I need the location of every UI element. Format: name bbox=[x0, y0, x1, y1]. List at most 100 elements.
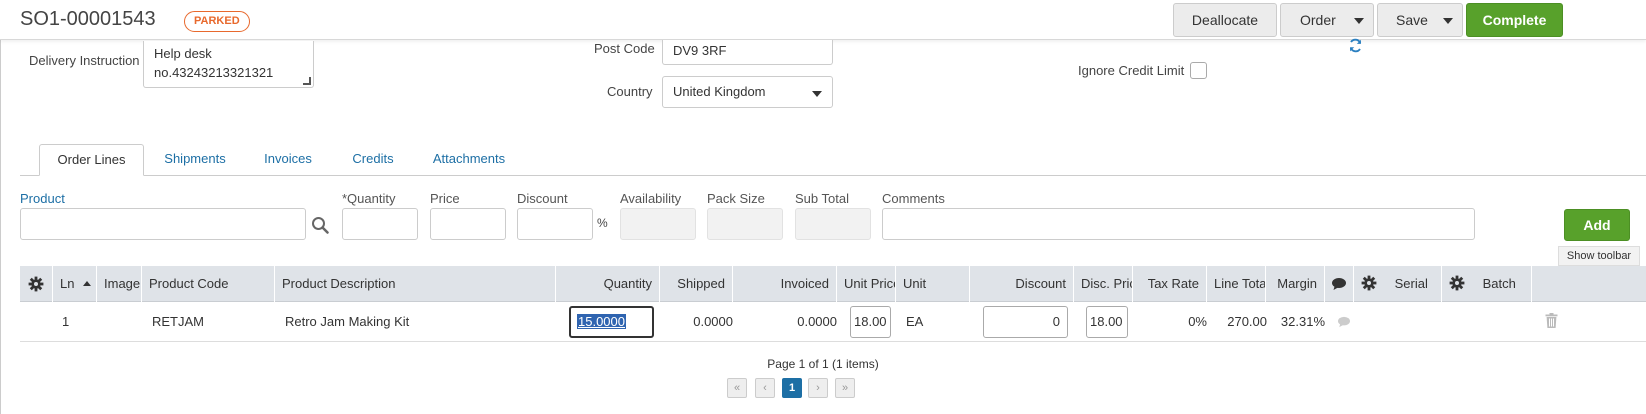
tab-invoices[interactable]: Invoices bbox=[255, 144, 321, 176]
complete-button[interactable]: Complete bbox=[1466, 3, 1563, 37]
tab-shipments[interactable]: Shipments bbox=[153, 144, 237, 176]
order-label: Order bbox=[1300, 12, 1336, 28]
sub-total-label: Sub Total bbox=[795, 191, 849, 206]
tab-order-lines[interactable]: Order Lines bbox=[39, 144, 144, 176]
serial-settings-icon[interactable] bbox=[1361, 275, 1377, 291]
column-header-product-code[interactable]: Product Code bbox=[142, 266, 275, 302]
pager-last-button[interactable]: » bbox=[835, 378, 855, 398]
refresh-icon[interactable] bbox=[1348, 38, 1363, 53]
column-header-serial[interactable]: Serial bbox=[1354, 266, 1442, 302]
resize-handle-icon[interactable] bbox=[303, 77, 311, 85]
cell-shipped: 0.0000 bbox=[693, 314, 733, 329]
tab-label: Invoices bbox=[264, 151, 312, 166]
column-header-serial-label: Serial bbox=[1394, 276, 1428, 291]
add-button[interactable]: Add bbox=[1564, 209, 1630, 241]
discount-cell-input[interactable]: 0 bbox=[983, 306, 1068, 338]
tab-label: Shipments bbox=[164, 151, 226, 166]
show-toolbar-button[interactable]: Show toolbar bbox=[1558, 246, 1640, 266]
tab-credits[interactable]: Credits bbox=[342, 144, 404, 176]
save-dropdown-button[interactable]: Save bbox=[1377, 3, 1463, 37]
cell-line-total: 270.00 bbox=[1227, 314, 1267, 329]
availability-label: Availability bbox=[620, 191, 682, 206]
sub-total-field bbox=[795, 208, 871, 240]
chevron-down-icon bbox=[812, 91, 822, 97]
comment-icon[interactable] bbox=[1337, 316, 1351, 328]
post-code-input[interactable]: DV9 3RF bbox=[662, 40, 833, 65]
comments-input[interactable] bbox=[882, 208, 1475, 240]
complete-label: Complete bbox=[1482, 12, 1547, 28]
column-header-unit[interactable]: Unit bbox=[896, 266, 970, 302]
column-header-product-description[interactable]: Product Description bbox=[275, 266, 556, 302]
delivery-instruction-line2: no.43243213321321 bbox=[154, 65, 274, 80]
column-header-batch-label: Batch bbox=[1482, 276, 1516, 291]
deallocate-label: Deallocate bbox=[1191, 12, 1259, 28]
column-header-ln[interactable]: Ln bbox=[53, 266, 97, 302]
chevron-down-icon bbox=[1443, 18, 1453, 24]
quantity-cell-input[interactable]: 15.0000 bbox=[569, 306, 654, 338]
product-input[interactable] bbox=[20, 208, 306, 240]
comment-column-icon bbox=[1325, 266, 1354, 302]
delivery-instruction-line1: Help desk bbox=[154, 46, 212, 61]
unit-price-cell-input[interactable]: 18.00 bbox=[850, 306, 891, 338]
column-header-margin[interactable]: Margin bbox=[1266, 266, 1325, 302]
country-select[interactable]: United Kingdom bbox=[662, 76, 833, 108]
ignore-credit-limit-checkbox[interactable] bbox=[1190, 62, 1207, 79]
cell-product-code: RETJAM bbox=[152, 314, 204, 329]
discount-input[interactable] bbox=[517, 208, 593, 240]
price-input[interactable] bbox=[430, 208, 506, 240]
pager-current-page[interactable]: 1 bbox=[782, 378, 802, 398]
tab-label: Attachments bbox=[432, 151, 506, 166]
pager-info: Page 1 of 1 (1 items) bbox=[767, 357, 879, 371]
comments-label: Comments bbox=[882, 191, 945, 206]
column-header-shipped[interactable]: Shipped bbox=[660, 266, 733, 302]
column-settings-icon[interactable] bbox=[20, 266, 53, 302]
pack-size-label: Pack Size bbox=[707, 191, 765, 206]
cell-ln: 1 bbox=[62, 314, 70, 329]
percent-sign: % bbox=[597, 216, 608, 230]
cell-unit: EA bbox=[906, 314, 924, 329]
column-header-quantity[interactable]: Quantity bbox=[556, 266, 660, 302]
column-header-ln-label: Ln bbox=[60, 276, 75, 291]
quantity-input[interactable] bbox=[342, 208, 418, 240]
cell-product-description: Retro Jam Making Kit bbox=[285, 314, 410, 329]
column-header-batch[interactable]: Batch bbox=[1442, 266, 1532, 302]
pager-first-button[interactable]: « bbox=[727, 378, 747, 398]
column-header-disc-price[interactable]: Disc. Price bbox=[1074, 266, 1133, 302]
column-header-image[interactable]: Image bbox=[97, 266, 142, 302]
country-value: United Kingdom bbox=[673, 84, 766, 99]
column-header-invoiced[interactable]: Invoiced bbox=[733, 266, 837, 302]
page-header: SO1-00001543 PARKED Deallocate Order Sav… bbox=[0, 0, 1646, 40]
status-badge: PARKED bbox=[184, 11, 250, 32]
cell-invoiced: 0.0000 bbox=[797, 314, 837, 329]
delivery-instruction-label: Delivery Instruction bbox=[29, 53, 140, 68]
column-header-unit-price[interactable]: Unit Price bbox=[837, 266, 896, 302]
delivery-instruction-textarea[interactable]: Help desk no.43243213321321 bbox=[143, 41, 314, 88]
search-icon[interactable] bbox=[311, 216, 329, 234]
order-dropdown-button[interactable]: Order bbox=[1280, 3, 1374, 37]
disc-price-cell-value: 18.00 bbox=[1090, 314, 1123, 329]
post-code-value: DV9 3RF bbox=[673, 43, 727, 58]
order-number: SO1-00001543 bbox=[20, 8, 156, 30]
column-header-discount[interactable]: Discount bbox=[970, 266, 1074, 302]
discount-label: Discount bbox=[517, 191, 568, 206]
country-label: Country bbox=[607, 84, 653, 99]
tab-label: Order Lines bbox=[57, 152, 126, 167]
column-header-line-total[interactable]: Line Total bbox=[1207, 266, 1266, 302]
cell-margin: 32.31% bbox=[1280, 314, 1325, 329]
tab-attachments[interactable]: Attachments bbox=[424, 144, 514, 176]
disc-price-cell-input[interactable]: 18.00 bbox=[1086, 306, 1128, 338]
deallocate-button[interactable]: Deallocate bbox=[1173, 3, 1277, 37]
product-label: Product bbox=[20, 191, 65, 206]
cell-tax-rate: 0% bbox=[1188, 314, 1207, 329]
delete-row-icon[interactable] bbox=[1545, 313, 1558, 328]
batch-settings-icon[interactable] bbox=[1449, 275, 1465, 291]
tab-label: Credits bbox=[352, 151, 394, 166]
quantity-label: *Quantity bbox=[342, 191, 396, 206]
column-header-tax-rate[interactable]: Tax Rate bbox=[1133, 266, 1207, 302]
quantity-cell-value: 15.0000 bbox=[577, 314, 626, 329]
availability-field bbox=[620, 208, 696, 240]
sort-ascending-icon bbox=[83, 281, 92, 286]
pager-prev-button[interactable]: ‹ bbox=[755, 378, 775, 398]
price-label: Price bbox=[430, 191, 460, 206]
pager-next-button[interactable]: › bbox=[808, 378, 828, 398]
